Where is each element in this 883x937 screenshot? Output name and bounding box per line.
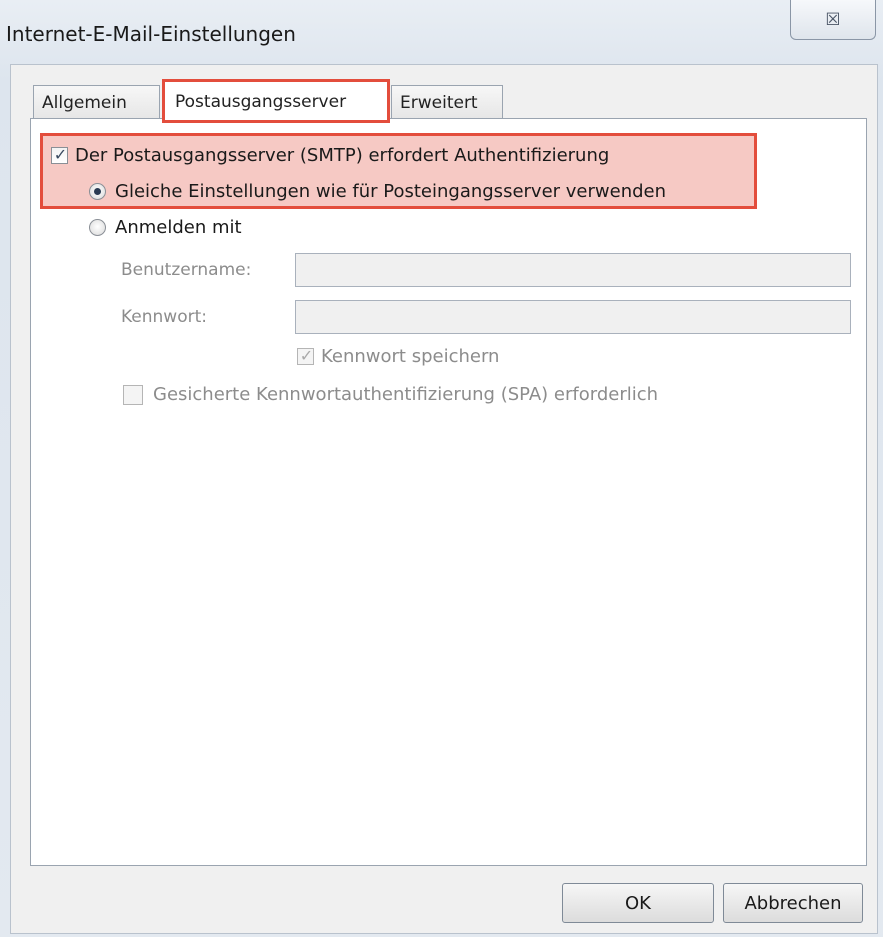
same-settings-radio[interactable] [89, 183, 106, 200]
same-settings-label: Gleiche Einstellungen wie für Posteingan… [115, 181, 667, 202]
username-label: Benutzername: [121, 260, 252, 280]
tab-allgemein[interactable]: Allgemein [33, 85, 160, 119]
close-icon: ☒ [825, 9, 841, 30]
smtp-auth-checkbox[interactable]: ✓ [51, 145, 68, 164]
login-with-radio[interactable] [89, 219, 106, 236]
save-password-row[interactable]: ✓ Kennwort speichern [297, 346, 499, 367]
cancel-button[interactable]: Abbrechen [723, 883, 863, 923]
radio-dot-icon [94, 188, 101, 195]
window-title: Internet-E-Mail-Einstellungen [6, 22, 296, 46]
spa-row[interactable]: Gesicherte Kennwortauthentifizierung (SP… [123, 384, 658, 405]
smtp-auth-label: Der Postausgangsserver (SMTP) erfordert … [75, 145, 610, 166]
spa-checkbox[interactable] [123, 384, 143, 405]
password-input[interactable] [295, 300, 851, 334]
login-with-label: Anmelden mit [115, 217, 242, 238]
username-input[interactable] [295, 253, 851, 287]
dialog-window: Internet-E-Mail-Einstellungen ☒ Allgemei… [0, 0, 883, 937]
close-button[interactable]: ☒ [790, 0, 876, 40]
password-label: Kennwort: [121, 307, 207, 327]
smtp-auth-row[interactable]: ✓ Der Postausgangsserver (SMTP) erforder… [51, 145, 609, 166]
save-password-label: Kennwort speichern [321, 346, 500, 367]
tab-label: Postausgangsserver [175, 91, 347, 112]
ok-button[interactable]: OK [562, 883, 714, 923]
tab-label: Erweitert [400, 92, 478, 113]
tab-label: Allgemein [42, 92, 127, 113]
tab-postausgangsserver[interactable]: Postausgangsserver [164, 80, 388, 122]
spa-label: Gesicherte Kennwortauthentifizierung (SP… [153, 384, 659, 405]
login-with-row[interactable]: Anmelden mit [89, 217, 242, 238]
same-settings-row[interactable]: Gleiche Einstellungen wie für Posteingan… [89, 181, 666, 202]
save-password-checkbox[interactable]: ✓ [297, 346, 314, 365]
tab-erweitert[interactable]: Erweitert [391, 85, 503, 119]
checkmark-icon: ✓ [53, 145, 68, 164]
checkmark-icon: ✓ [299, 346, 314, 365]
